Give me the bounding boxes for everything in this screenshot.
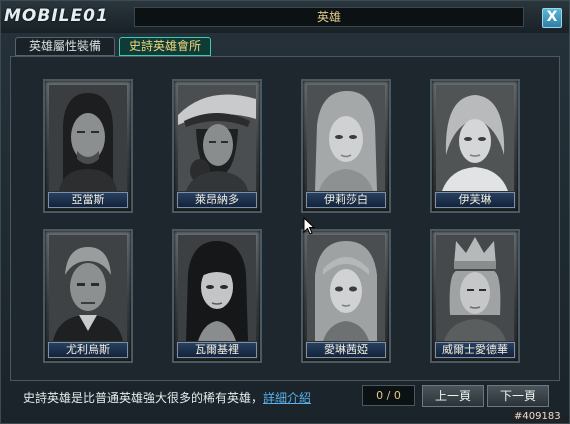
mobile01-logo: MOBILE01 [4, 4, 109, 28]
portrait-crowned-man-icon [436, 235, 514, 341]
prev-page-button[interactable]: 上一頁 [422, 385, 484, 407]
hero-name: 愛琳茜婭 [306, 342, 386, 358]
close-icon: X [546, 9, 558, 25]
page-counter: 0 / 0 [362, 385, 415, 406]
hero-name: 瓦爾基裡 [177, 342, 257, 358]
hero-window: MOBILE01 英雄 X 英雄屬性裝備 史詩英雄會所 亞當斯 萊昂納多 伊莉莎… [0, 0, 570, 424]
portrait-short-hair-woman-icon [436, 85, 514, 191]
hero-name: 萊昂納多 [177, 192, 257, 208]
hero-name: 伊芙琳 [435, 192, 515, 208]
logo-text: MOBILE01 [4, 6, 109, 26]
close-button[interactable]: X [542, 8, 562, 28]
mouse-cursor-icon [303, 216, 316, 239]
info-text: 史詩英雄是比普通英雄強大很多的稀有英雄， [23, 391, 264, 405]
window-title: 英雄 [134, 7, 524, 27]
portrait-girl-icon [307, 235, 385, 341]
hero-card-evelyn[interactable]: 伊芙琳 [430, 79, 520, 213]
portrait-long-hair-man-icon [49, 85, 127, 191]
hero-card-adams[interactable]: 亞當斯 [43, 79, 133, 213]
tab-hero-attributes[interactable]: 英雄屬性裝備 [15, 37, 115, 56]
title-bar: MOBILE01 英雄 X [1, 1, 569, 33]
hero-name: 威爾士愛德華 [435, 342, 515, 358]
hero-card-valkyrie[interactable]: 瓦爾基裡 [172, 229, 262, 363]
watermark: #409183 [512, 411, 563, 422]
tab-epic-hero-hall[interactable]: 史詩英雄會所 [119, 37, 211, 56]
epic-hero-info: 史詩英雄是比普通英雄強大很多的稀有英雄，詳細介紹 [23, 389, 311, 406]
hero-name: 尤利烏斯 [48, 342, 128, 358]
next-page-button[interactable]: 下一頁 [487, 385, 549, 407]
hero-name: 亞當斯 [48, 192, 128, 208]
hero-card-julius[interactable]: 尤利烏斯 [43, 229, 133, 363]
portrait-old-man-icon [49, 235, 127, 341]
hero-card-leonardo[interactable]: 萊昂納多 [172, 79, 262, 213]
hero-card-wales-edward[interactable]: 威爾士愛德華 [430, 229, 520, 363]
hero-name: 伊莉莎白 [306, 192, 386, 208]
details-link[interactable]: 詳細介紹 [263, 391, 311, 405]
portrait-blonde-woman-icon [307, 85, 385, 191]
portrait-dark-hair-woman-icon [178, 235, 256, 341]
hero-card-elizabeth[interactable]: 伊莉莎白 [301, 79, 391, 213]
portrait-feather-hat-man-icon [178, 85, 256, 191]
hero-card-alicia[interactable]: 愛琳茜婭 [301, 229, 391, 363]
